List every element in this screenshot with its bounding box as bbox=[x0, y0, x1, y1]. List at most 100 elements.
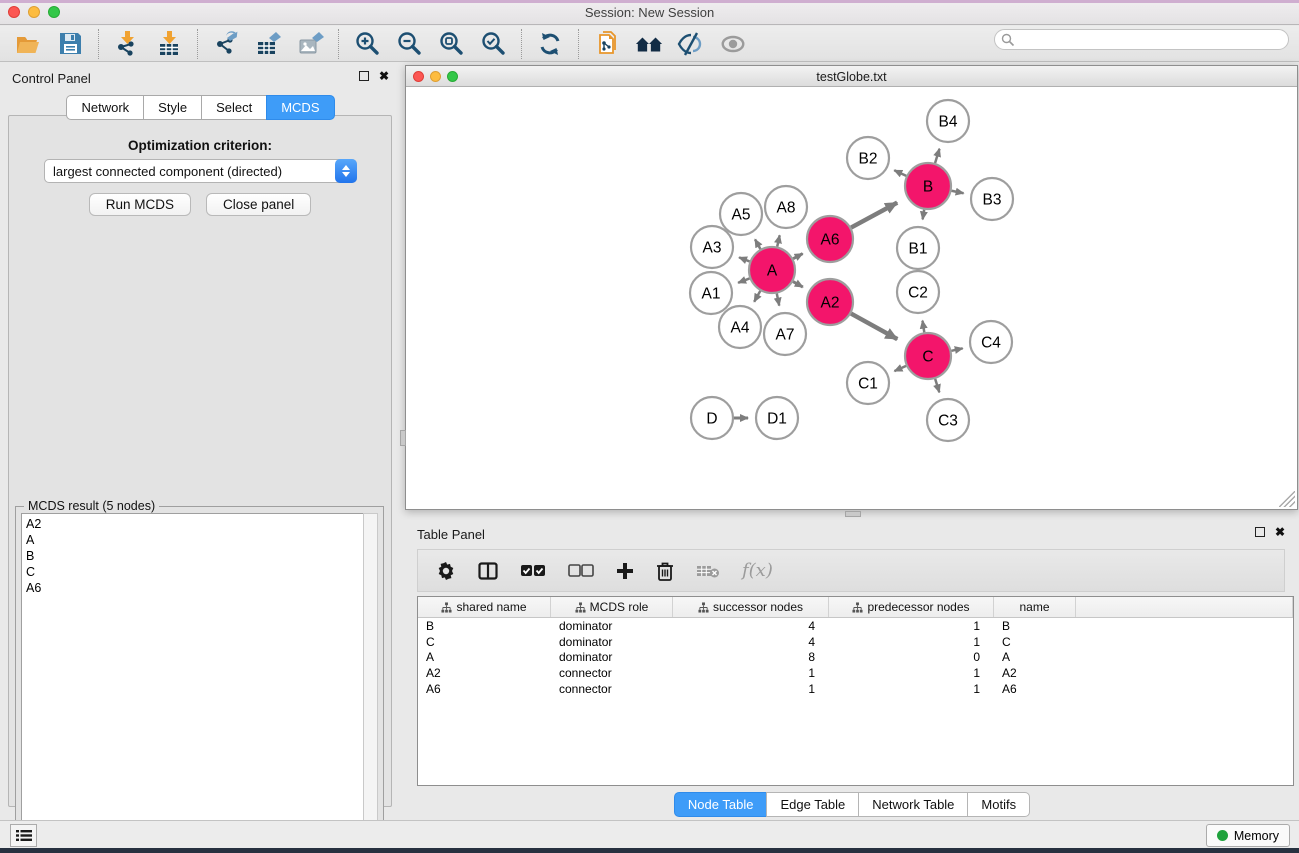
delete-column-icon[interactable] bbox=[656, 561, 674, 581]
graph-edge-A-A8[interactable] bbox=[777, 235, 780, 246]
graph-edge-A-A2[interactable] bbox=[793, 282, 803, 287]
zoom-fit-icon[interactable] bbox=[437, 30, 465, 58]
show-graphics-details-icon[interactable] bbox=[677, 30, 705, 58]
graph-node-C2[interactable]: C2 bbox=[897, 271, 939, 313]
export-table-icon[interactable] bbox=[254, 30, 282, 58]
network-graph[interactable]: B4B2BB3A5A8A6B1A3AA1C2A2A4A7C4CC1C3DD1 bbox=[407, 88, 1296, 509]
save-session-icon[interactable] bbox=[56, 30, 84, 58]
zoom-in-icon[interactable] bbox=[353, 30, 381, 58]
graph-edge-A-A1[interactable] bbox=[738, 278, 749, 282]
graph-node-B1[interactable]: B1 bbox=[897, 227, 939, 269]
float-panel-icon[interactable] bbox=[359, 71, 369, 81]
graph-node-B2[interactable]: B2 bbox=[847, 137, 889, 179]
graph-edge-A-A4[interactable] bbox=[754, 291, 760, 302]
table-row[interactable]: A2connector11A2 bbox=[418, 665, 1293, 681]
tab-edge-table[interactable]: Edge Table bbox=[766, 792, 858, 817]
graph-node-C1[interactable]: C1 bbox=[847, 362, 889, 404]
mcds-result-item[interactable]: A bbox=[26, 532, 363, 548]
graph-edge-A-A7[interactable] bbox=[777, 294, 779, 306]
close-panel-button[interactable]: Close panel bbox=[206, 193, 311, 216]
import-table-icon[interactable] bbox=[155, 30, 183, 58]
column-header-MCDS-role[interactable]: MCDS role bbox=[551, 597, 673, 617]
graph-node-A4[interactable]: A4 bbox=[719, 306, 761, 348]
graph-node-A[interactable]: A bbox=[749, 247, 795, 293]
export-image-icon[interactable] bbox=[296, 30, 324, 58]
open-file-icon[interactable] bbox=[14, 30, 42, 58]
graph-node-A3[interactable]: A3 bbox=[691, 226, 733, 268]
graph-edge-B-B1[interactable] bbox=[923, 210, 925, 220]
graph-node-A7[interactable]: A7 bbox=[764, 313, 806, 355]
tab-network-table[interactable]: Network Table bbox=[858, 792, 967, 817]
table-row[interactable]: Cdominator41C bbox=[418, 634, 1293, 650]
graph-edge-C-C3[interactable] bbox=[935, 379, 939, 392]
tab-style[interactable]: Style bbox=[143, 95, 201, 120]
task-history-button[interactable] bbox=[10, 824, 37, 847]
splitter-handle[interactable] bbox=[845, 511, 861, 517]
tab-network[interactable]: Network bbox=[66, 95, 143, 120]
mcds-result-item[interactable]: B bbox=[26, 548, 363, 564]
table-row[interactable]: Adominator80A bbox=[418, 649, 1293, 665]
splitter-handle[interactable] bbox=[400, 430, 406, 446]
function-builder-icon[interactable]: f(x) bbox=[742, 560, 773, 581]
tab-select[interactable]: Select bbox=[201, 95, 266, 120]
window-resize-grip[interactable] bbox=[1279, 491, 1295, 507]
graph-edge-A-A3[interactable] bbox=[739, 257, 750, 261]
column-header-shared-name[interactable]: shared name bbox=[418, 597, 551, 617]
graph-edge-A6-B[interactable] bbox=[851, 203, 897, 228]
optimization-criterion-select[interactable]: largest connected component (directed) bbox=[44, 159, 357, 183]
import-network-icon[interactable] bbox=[113, 30, 141, 58]
export-network-icon[interactable] bbox=[212, 30, 240, 58]
graph-edge-C-C4[interactable] bbox=[951, 348, 962, 351]
graph-node-B3[interactable]: B3 bbox=[971, 178, 1013, 220]
tab-node-table[interactable]: Node Table bbox=[674, 792, 767, 817]
refresh-icon[interactable] bbox=[536, 30, 564, 58]
graph-node-D1[interactable]: D1 bbox=[756, 397, 798, 439]
graph-node-A6[interactable]: A6 bbox=[807, 216, 853, 262]
tab-mcds[interactable]: MCDS bbox=[266, 95, 334, 120]
graph-edge-C-C2[interactable] bbox=[922, 321, 924, 333]
graph-node-C3[interactable]: C3 bbox=[927, 399, 969, 441]
table-row[interactable]: A6connector11A6 bbox=[418, 681, 1293, 697]
deselect-all-icon[interactable] bbox=[568, 564, 594, 577]
graph-edge-B-B3[interactable] bbox=[952, 191, 964, 193]
column-view-icon[interactable] bbox=[478, 562, 498, 580]
column-header-name[interactable]: name bbox=[994, 597, 1076, 617]
delete-table-icon[interactable] bbox=[696, 563, 720, 579]
graph-node-C4[interactable]: C4 bbox=[970, 321, 1012, 363]
clone-network-icon[interactable] bbox=[593, 30, 621, 58]
network-canvas[interactable]: B4B2BB3A5A8A6B1A3AA1C2A2A4A7C4CC1C3DD1 bbox=[407, 88, 1296, 509]
mcds-result-list[interactable]: A2ABCA6 bbox=[21, 513, 364, 841]
select-all-icon[interactable] bbox=[520, 564, 546, 577]
add-column-icon[interactable] bbox=[616, 562, 634, 580]
zoom-selected-icon[interactable] bbox=[479, 30, 507, 58]
run-mcds-button[interactable]: Run MCDS bbox=[89, 193, 191, 216]
graph-node-A8[interactable]: A8 bbox=[765, 186, 807, 228]
network-window-titlebar[interactable]: testGlobe.txt bbox=[406, 66, 1297, 87]
graph-node-B[interactable]: B bbox=[905, 163, 951, 209]
graph-edge-C-C1[interactable] bbox=[894, 366, 906, 371]
mcds-result-item[interactable]: A2 bbox=[26, 516, 363, 532]
graph-node-C[interactable]: C bbox=[905, 333, 951, 379]
column-header-successor-nodes[interactable]: successor nodes bbox=[673, 597, 829, 617]
hide-graphics-details-icon[interactable] bbox=[719, 30, 747, 58]
close-panel-icon[interactable]: ✖ bbox=[379, 71, 389, 81]
graph-node-A2[interactable]: A2 bbox=[807, 279, 853, 325]
close-table-panel-icon[interactable]: ✖ bbox=[1275, 527, 1285, 537]
table-settings-icon[interactable] bbox=[436, 561, 456, 581]
graph-edge-A2-C[interactable] bbox=[851, 314, 897, 340]
graph-edge-A-A5[interactable] bbox=[755, 239, 760, 249]
table-row[interactable]: Bdominator41B bbox=[418, 618, 1293, 634]
home-icon[interactable] bbox=[635, 30, 663, 58]
tab-motifs[interactable]: Motifs bbox=[967, 792, 1030, 817]
memory-button[interactable]: Memory bbox=[1206, 824, 1290, 847]
column-header-predecessor-nodes[interactable]: predecessor nodes bbox=[829, 597, 994, 617]
graph-node-B4[interactable]: B4 bbox=[927, 100, 969, 142]
graph-edge-A-A6[interactable] bbox=[793, 254, 802, 259]
zoom-out-icon[interactable] bbox=[395, 30, 423, 58]
graph-node-A1[interactable]: A1 bbox=[690, 272, 732, 314]
graph-node-A5[interactable]: A5 bbox=[720, 193, 762, 235]
mcds-result-item[interactable]: C bbox=[26, 564, 363, 580]
mcds-result-item[interactable]: A6 bbox=[26, 580, 363, 596]
result-scrollbar[interactable] bbox=[363, 513, 378, 841]
graph-edge-B-B2[interactable] bbox=[894, 170, 906, 176]
